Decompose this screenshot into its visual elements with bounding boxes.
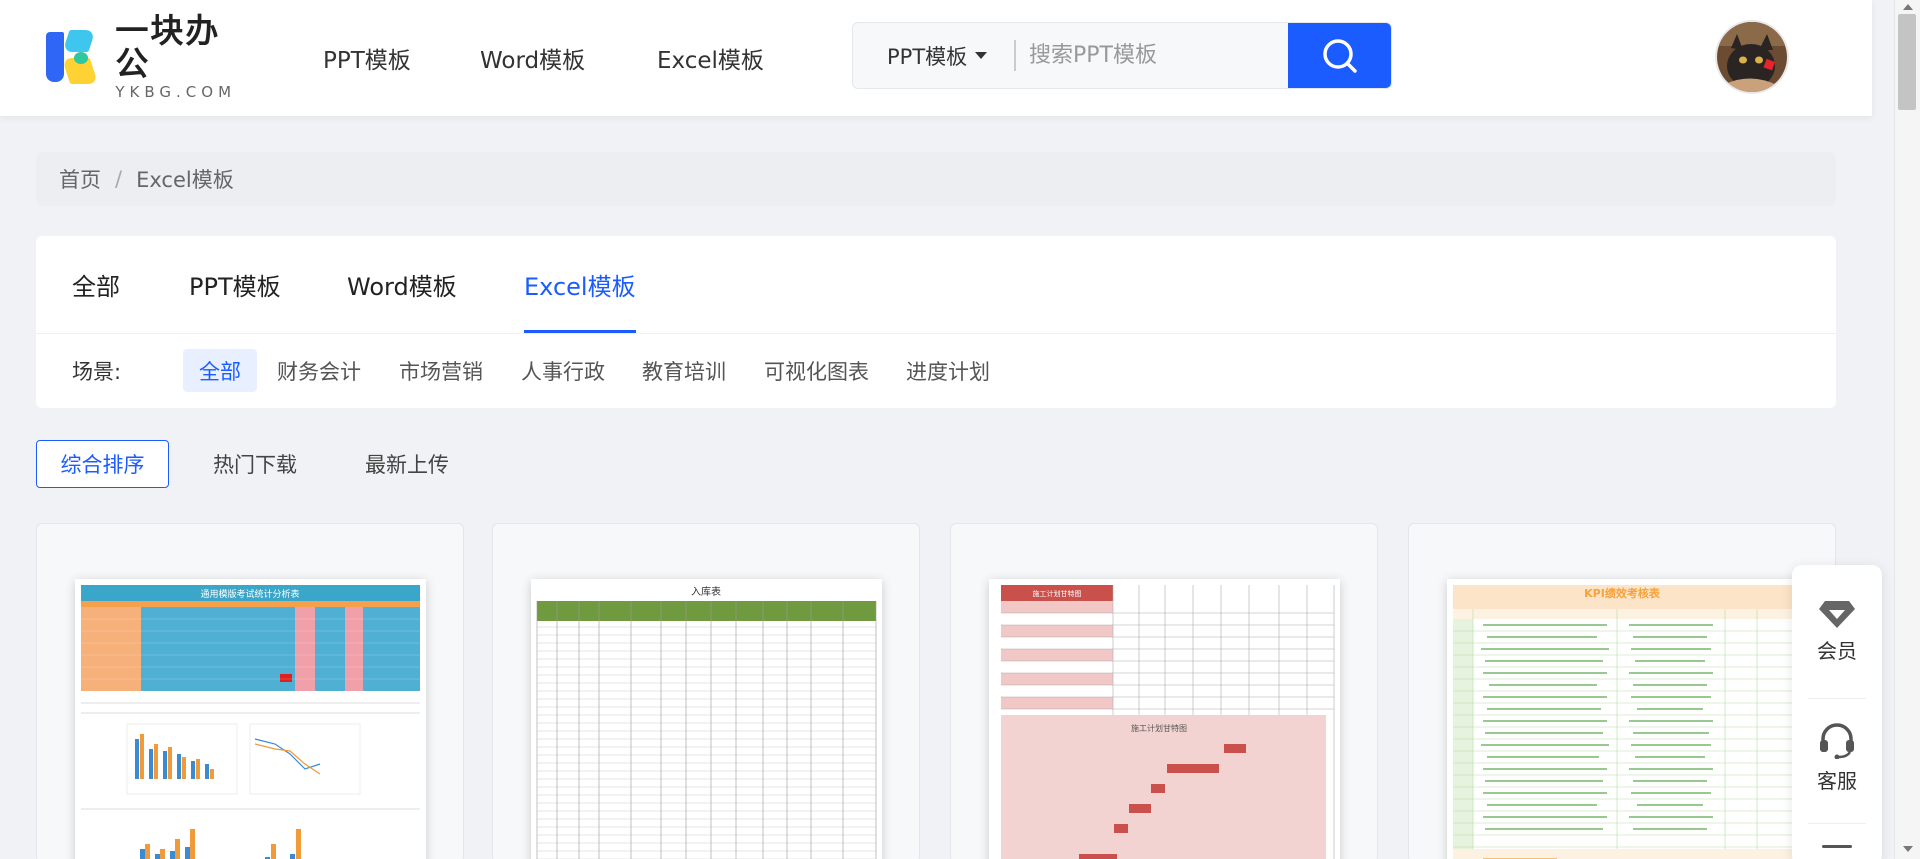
thumb-title: KPI绩效考核表 [1584,586,1661,600]
customer-service-label: 客服 [1817,769,1857,793]
scroll-thumb[interactable] [1898,14,1916,110]
scroll-up-icon[interactable] [1903,4,1913,10]
user-avatar[interactable] [1717,22,1787,92]
headset-icon [1820,723,1854,759]
chevron-down-icon [975,52,988,59]
tab-all[interactable]: 全部 [72,236,120,333]
tab-ppt[interactable]: PPT模板 [189,236,281,333]
thumb-title: 入库表 [691,585,721,598]
breadcrumb: 首页 / Excel模板 [36,152,1836,206]
more-button[interactable] [1792,841,1882,859]
search-type-label: PPT模板 [887,44,968,69]
scroll-down-icon[interactable] [1903,846,1913,852]
search-divider [1014,40,1016,71]
sort-newest[interactable]: 最新上传 [352,440,462,488]
search-input[interactable] [1029,33,1229,78]
logo-domain: YKBG.COM [115,83,237,101]
scene-education[interactable]: 教育培训 [642,349,726,392]
diamond-icon [1819,601,1855,628]
scene-finance[interactable]: 财务会计 [277,349,361,392]
float-divider [1808,698,1866,699]
scene-all[interactable]: 全部 [183,349,257,392]
breadcrumb-separator: / [115,167,123,191]
nav-word-templates[interactable]: Word模板 [480,0,585,116]
tab-word[interactable]: Word模板 [347,236,457,333]
breadcrumb-current: Excel模板 [136,168,234,192]
template-card[interactable]: 入库表 [492,523,920,859]
search-type-dropdown[interactable]: PPT模板 [887,23,988,88]
search-button[interactable] [1288,23,1391,88]
thumb-title: 通用模版考试统计分析表 [200,588,299,600]
scene-hr-admin[interactable]: 人事行政 [521,349,605,392]
float-toolbar: 会员 客服 [1792,565,1882,859]
scene-label: 场景: [72,360,122,384]
scene-marketing[interactable]: 市场营销 [399,349,483,392]
template-card[interactable]: 施工计划甘特图 施工计划甘特图 [950,523,1378,859]
template-thumbnail[interactable]: KPI绩效考核表 [1447,579,1798,859]
template-card[interactable]: KPI绩效考核表 [1408,523,1836,859]
template-thumbnail[interactable]: 入库表 [531,579,882,859]
template-thumbnail[interactable]: 通用模版考试统计分析表 [75,579,426,859]
thumb-header: 施工计划甘特图 [1033,589,1082,598]
thumb-title: 施工计划甘特图 [1131,723,1187,733]
search-icon [1323,38,1357,73]
template-card[interactable]: 通用模版考试统计分析表 [36,523,464,859]
site-logo[interactable]: 一块办公 YKBG.COM [44,14,254,100]
logo-mark-icon [44,26,105,88]
member-label: 会员 [1817,639,1857,663]
tab-excel[interactable]: Excel模板 [524,236,636,333]
nav-ppt-templates[interactable]: PPT模板 [323,0,411,116]
template-thumbnail[interactable]: 施工计划甘特图 施工计划甘特图 [989,579,1340,859]
scene-visual-charts[interactable]: 可视化图表 [764,349,869,392]
menu-icon [1822,845,1852,848]
logo-name: 一块办公 [115,11,221,83]
sort-comprehensive[interactable]: 综合排序 [36,440,169,488]
sort-popular[interactable]: 热门下载 [200,440,310,488]
page-scrollbar[interactable] [1894,0,1920,859]
scene-schedule[interactable]: 进度计划 [906,349,990,392]
search-bar: PPT模板 [852,22,1392,89]
customer-service-button[interactable]: 客服 [1792,723,1882,794]
panel-divider [36,333,1836,334]
member-button[interactable]: 会员 [1792,599,1882,664]
filter-panel: 全部 PPT模板 Word模板 Excel模板 场景: 全部 财务会计 市场营销… [36,236,1836,408]
breadcrumb-home[interactable]: 首页 [59,164,101,194]
top-header: 一块办公 YKBG.COM PPT模板 Word模板 Excel模板 PPT模板 [0,0,1872,116]
float-divider [1808,823,1866,824]
nav-excel-templates[interactable]: Excel模板 [657,0,764,116]
